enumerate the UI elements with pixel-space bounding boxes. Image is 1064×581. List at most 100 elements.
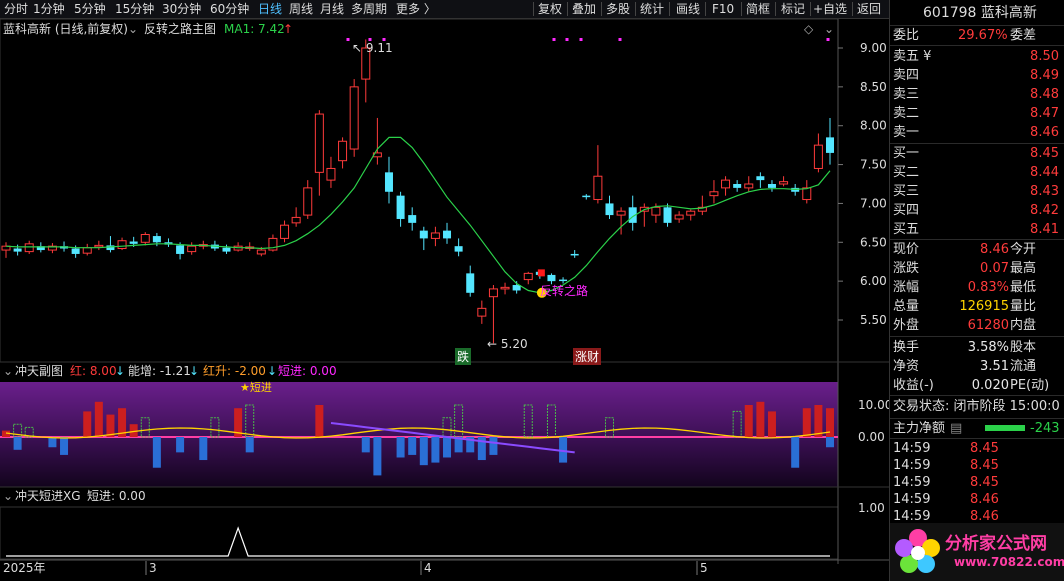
row-label: 买三 xyxy=(893,184,920,199)
toolbar-draw-button[interactable]: 画线 xyxy=(676,1,700,17)
sub2-short-label: 短进: 0.00 xyxy=(87,489,146,503)
period-tab-5min[interactable]: 5分钟 xyxy=(74,1,106,17)
indicator-name[interactable]: 反转之路主图 xyxy=(144,22,216,36)
row-value: 8.43 xyxy=(1030,184,1059,199)
toolbar-fuquan-button[interactable]: 复权 xyxy=(538,1,562,17)
main-flow-row[interactable]: 主力净额 ▤ -243 xyxy=(890,419,1064,438)
period-tab-multi[interactable]: 多周期 xyxy=(351,1,387,17)
sub1-blue-bar xyxy=(176,437,185,453)
sub1-blue-bar xyxy=(431,437,440,463)
stat-row: 换手 3.58% 股本 xyxy=(890,338,1064,357)
bid-level: 买三 8.43 xyxy=(890,182,1064,201)
diamond-icon[interactable]: ◇ xyxy=(804,22,813,36)
row-label: 买二 xyxy=(893,165,920,180)
signal-dot xyxy=(579,38,583,41)
row-label2: 内盘 xyxy=(1010,318,1037,333)
sub1-y-axis: 10.00 0.00 xyxy=(858,398,889,444)
row-value: 8.41 xyxy=(1030,222,1059,237)
row-value: 3.58% xyxy=(967,340,1009,355)
toolbar-back-button[interactable]: 返回 xyxy=(857,1,881,17)
period-tab-daily[interactable]: 日线 xyxy=(258,1,282,17)
row-value: 8.49 xyxy=(1030,68,1059,83)
period-tab-1min[interactable]: 1分钟 xyxy=(33,1,65,17)
row-value: 3.51 xyxy=(980,359,1009,374)
ask-level: 卖二 8.47 xyxy=(890,104,1064,123)
bid-level: 买五 8.41 xyxy=(890,220,1064,239)
candle xyxy=(349,79,359,157)
row-value: 8.46 xyxy=(1030,125,1059,140)
sub2-pane xyxy=(0,506,839,560)
row-value: 0.020 xyxy=(971,378,1009,393)
sub1-short-label: 短进: 0.00 xyxy=(278,364,337,378)
duanjin-marker: ★短进 xyxy=(240,381,272,394)
y-tick-label: 8.50 xyxy=(860,80,887,94)
period-tab-30min[interactable]: 30分钟 xyxy=(162,1,201,17)
sub1-energy-label: 能增: -1.21 xyxy=(128,364,191,378)
toolbar-stats-button[interactable]: 统计 xyxy=(640,1,664,17)
signal-label: 反转之路 xyxy=(540,284,589,298)
y-tick-label: 6.00 xyxy=(860,274,887,288)
period-tab-weekly[interactable]: 周线 xyxy=(289,1,313,17)
sub2-name[interactable]: 冲天短进XG xyxy=(15,489,81,503)
row-label: 卖三 xyxy=(893,87,920,102)
sub2-collapse-icon[interactable]: ⌄ xyxy=(3,489,13,503)
row-label: 涨跌 xyxy=(893,261,920,276)
toolbar-f10-button[interactable]: F10 xyxy=(712,1,734,17)
sub1-red-arrow-icon: ↓ xyxy=(115,364,126,378)
y-tick-label: 9.00 xyxy=(860,41,887,55)
sub1-red-bar xyxy=(83,411,92,437)
row-label2: PE(动) xyxy=(1010,378,1050,393)
weibi-row: 委比 29.67% 委差 xyxy=(893,28,1037,43)
toolbar-mark-button[interactable]: 标记 xyxy=(781,1,805,17)
signal-square xyxy=(537,269,545,277)
toolbar-simple-frame-button[interactable]: 简框 xyxy=(746,1,770,17)
row-label2: 最低 xyxy=(1010,280,1037,295)
ask-level: 卖四 8.49 xyxy=(890,66,1064,85)
sub1-red-label: 红: 8.00 xyxy=(70,364,117,378)
sub1-y-tick: 10.00 xyxy=(858,398,889,412)
row-label: 卖五 ¥ xyxy=(893,49,932,64)
tick-row: 14:59 8.45 xyxy=(893,441,999,456)
row-label2: 最高 xyxy=(1010,261,1037,276)
sub1-collapse-icon[interactable]: ⌄ xyxy=(3,364,13,378)
signal-dot xyxy=(618,38,622,41)
collapse-icon[interactable]: ⌄ xyxy=(128,22,138,36)
bid-level: 买一 8.45 xyxy=(890,144,1064,163)
ask-level: 卖三 8.48 xyxy=(890,85,1064,104)
period-tab-monthly[interactable]: 月线 xyxy=(320,1,344,17)
row-label: 涨幅 xyxy=(893,280,920,295)
watermark: 分析家公式网 www.70822.com xyxy=(890,523,1064,581)
sub1-red-bar xyxy=(94,401,103,437)
sub1-blue-bar xyxy=(396,437,405,458)
bid-level: 买二 8.44 xyxy=(890,163,1064,182)
row-label: 买一 xyxy=(893,146,920,161)
period-tab-fenshi[interactable]: 分时 xyxy=(4,1,28,17)
doc-icon: ▤ xyxy=(950,421,963,436)
row-label: 总量 xyxy=(893,299,920,314)
sub1-blue-bar xyxy=(60,437,69,455)
row-label: 外盘 xyxy=(893,318,920,333)
row-label: 卖二 xyxy=(893,106,920,121)
y-tick-label: 6.50 xyxy=(860,235,887,249)
row-value: 8.42 xyxy=(1030,203,1059,218)
period-tab-more[interactable]: 更多 〉 xyxy=(396,1,436,17)
toolbar-multistock-button[interactable]: 多股 xyxy=(606,1,630,17)
x-tick-label: 5 xyxy=(700,561,708,575)
toolbar-overlay-button[interactable]: 叠加 xyxy=(572,1,596,17)
sub1-name[interactable]: 冲天副图 xyxy=(15,364,63,378)
tick-row: 14:59 8.46 xyxy=(893,492,999,507)
signal-dot xyxy=(826,38,830,41)
period-tab-60min[interactable]: 60分钟 xyxy=(210,1,249,17)
sub1-red-bar xyxy=(814,405,823,437)
main-y-axis: 9.00 8.50 8.00 7.50 7.00 6.50 6.00 5.50 xyxy=(838,41,887,327)
y-tick-label: 8.00 xyxy=(860,119,887,133)
period-tab-15min[interactable]: 15分钟 xyxy=(115,1,154,17)
row-value: 8.48 xyxy=(1030,87,1059,102)
ma1-up-arrow-icon: ↑ xyxy=(283,22,294,36)
sub1-redup-label: 红升: -2.00 xyxy=(203,364,266,378)
toolbar-add-watchlist-button[interactable]: +自选 xyxy=(813,1,847,17)
row-value: 61280 xyxy=(967,318,1009,333)
row-label: 换手 xyxy=(893,340,920,355)
stat-row: 收益(-) 0.020 PE(动) xyxy=(890,376,1064,395)
pane-menu-icon[interactable]: ⌄ xyxy=(824,22,834,36)
